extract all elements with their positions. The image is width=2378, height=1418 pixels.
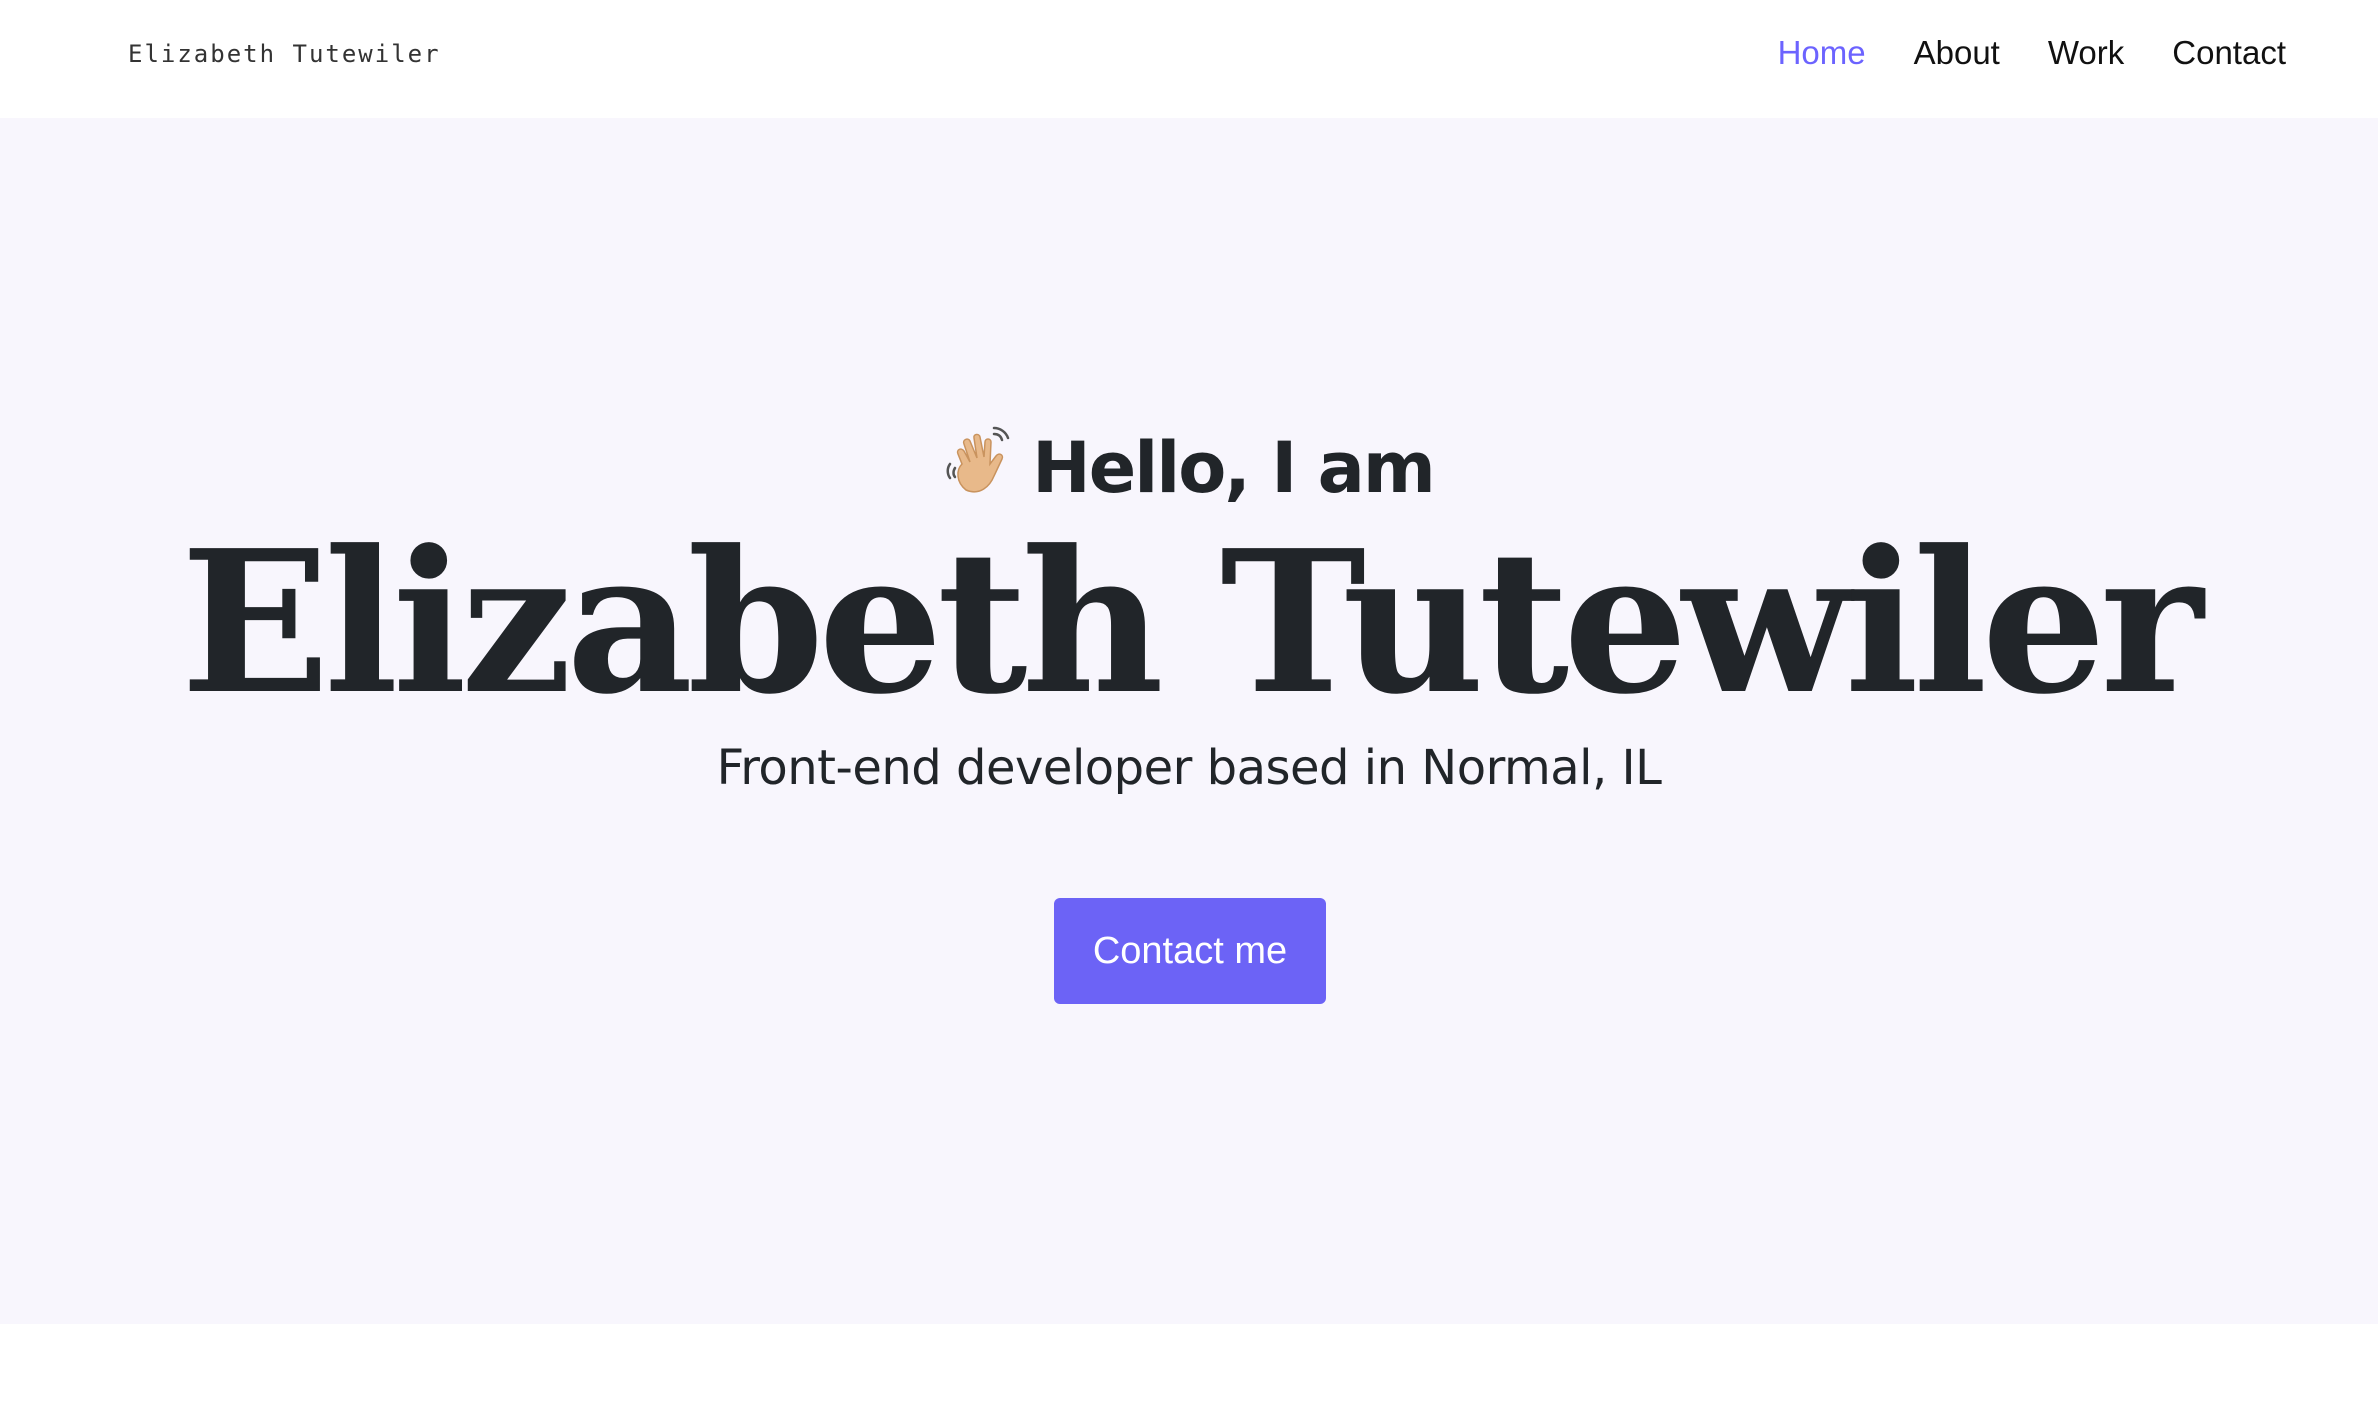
nav-item-about: About — [1914, 34, 2000, 72]
contact-me-button[interactable]: Contact me — [1054, 898, 1326, 1004]
nav-item-home: Home — [1778, 34, 1866, 72]
greeting-text: Hello, I am — [1032, 427, 1436, 509]
nav-link-about[interactable]: About — [1914, 34, 2000, 71]
hero-section: Hello, I am Elizabeth Tutewiler Front-en… — [0, 118, 2378, 1324]
nav-item-contact: Contact — [2172, 34, 2286, 72]
nav-item-work: Work — [2048, 34, 2124, 72]
navbar: Elizabeth Tutewiler Home About Work Cont… — [0, 0, 2378, 118]
hero-tagline: Front-end developer based in Normal, IL — [716, 740, 1662, 796]
greeting-line: Hello, I am — [0, 424, 2378, 517]
nav-link-work[interactable]: Work — [2048, 34, 2124, 71]
nav-menu: Home About Work Contact — [1778, 34, 2286, 72]
hero-name: Elizabeth Tutewiler — [180, 508, 2204, 738]
nav-link-contact[interactable]: Contact — [2172, 34, 2286, 71]
waving-hand-icon — [944, 424, 1020, 517]
brand-logo[interactable]: Elizabeth Tutewiler — [128, 40, 441, 68]
nav-link-home[interactable]: Home — [1778, 34, 1866, 71]
